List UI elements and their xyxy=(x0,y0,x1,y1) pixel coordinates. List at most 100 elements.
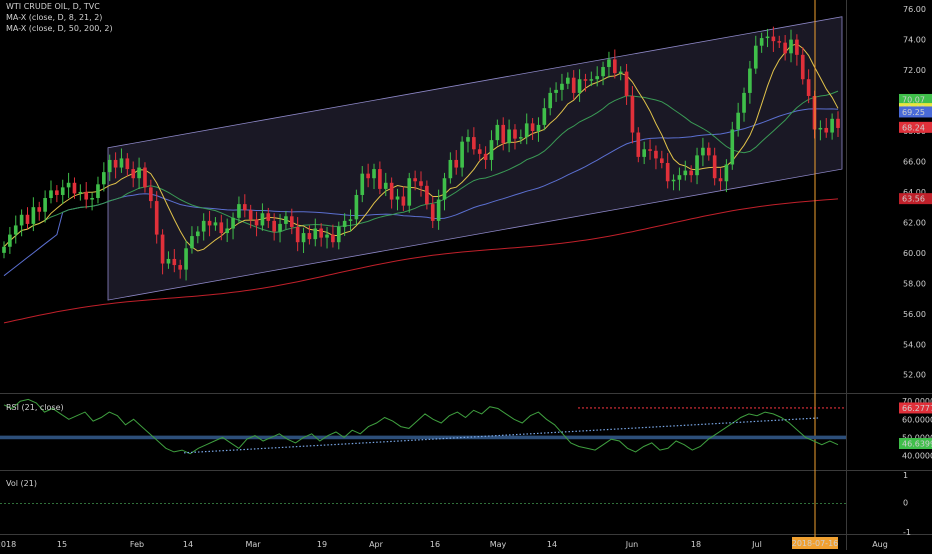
candle-body[interactable] xyxy=(536,124,541,131)
candle-body[interactable] xyxy=(8,234,12,247)
candle-body[interactable] xyxy=(307,233,312,240)
candle-body[interactable] xyxy=(72,182,77,194)
candle-body[interactable] xyxy=(677,175,682,180)
candle-body[interactable] xyxy=(31,207,36,224)
candle-body[interactable] xyxy=(472,137,476,150)
candle-body[interactable] xyxy=(319,228,323,238)
candle-body[interactable] xyxy=(665,162,670,182)
candle-body[interactable] xyxy=(166,258,171,264)
candle-body[interactable] xyxy=(425,185,429,205)
candle-body[interactable] xyxy=(125,158,130,170)
candle-body[interactable] xyxy=(413,178,417,182)
candle-body[interactable] xyxy=(759,38,764,46)
candle-body[interactable] xyxy=(113,159,118,168)
candle-body[interactable] xyxy=(483,153,488,160)
candle-body[interactable] xyxy=(372,169,376,179)
candle-body[interactable] xyxy=(701,147,705,156)
candle-body[interactable] xyxy=(795,39,799,55)
candle-body[interactable] xyxy=(207,220,212,226)
candle-body[interactable] xyxy=(612,59,617,74)
candle-body[interactable] xyxy=(460,141,464,168)
candle-body[interactable] xyxy=(560,83,564,90)
candle-body[interactable] xyxy=(836,118,840,128)
candle-body[interactable] xyxy=(213,222,218,226)
candle-body[interactable] xyxy=(143,167,147,188)
candle-body[interactable] xyxy=(436,199,441,221)
candle-body[interactable] xyxy=(160,234,165,264)
candle-body[interactable] xyxy=(184,248,188,270)
candle-body[interactable] xyxy=(55,190,59,195)
candle-body[interactable] xyxy=(718,178,723,182)
candle-body[interactable] xyxy=(272,220,276,232)
candle-body[interactable] xyxy=(577,79,582,93)
candle-body[interactable] xyxy=(495,124,500,141)
candle-body[interactable] xyxy=(748,68,752,93)
candle-body[interactable] xyxy=(90,198,94,200)
candle-body[interactable] xyxy=(254,219,259,226)
candle-body[interactable] xyxy=(636,132,641,157)
candle-body[interactable] xyxy=(278,223,282,232)
candle-body[interactable] xyxy=(383,182,388,189)
candle-body[interactable] xyxy=(201,220,206,232)
candle-body[interactable] xyxy=(519,137,523,139)
candle-body[interactable] xyxy=(624,71,629,96)
candle-body[interactable] xyxy=(724,164,729,182)
candle-body[interactable] xyxy=(348,219,353,221)
candle-body[interactable] xyxy=(736,112,740,130)
candle-body[interactable] xyxy=(190,236,194,249)
candle-body[interactable] xyxy=(231,217,235,229)
candle-body[interactable] xyxy=(765,36,770,39)
rsi-support-trendline[interactable] xyxy=(183,417,821,454)
chart-canvas[interactable]: 76.0074.0072.0070.0068.0066.0064.0062.00… xyxy=(0,0,932,550)
candle-body[interactable] xyxy=(571,77,576,93)
candle-body[interactable] xyxy=(642,149,647,157)
candle-body[interactable] xyxy=(583,79,588,81)
candle-body[interactable] xyxy=(395,196,400,200)
candle-body[interactable] xyxy=(131,169,136,179)
candle-body[interactable] xyxy=(325,234,329,238)
candle-body[interactable] xyxy=(671,179,676,182)
candle-body[interactable] xyxy=(301,233,306,243)
candle-body[interactable] xyxy=(659,158,664,163)
candle-body[interactable] xyxy=(695,155,699,176)
candle-body[interactable] xyxy=(154,201,159,235)
candle-body[interactable] xyxy=(830,118,834,133)
candle-body[interactable] xyxy=(119,158,124,168)
candle-body[interactable] xyxy=(806,79,811,96)
candle-body[interactable] xyxy=(419,181,423,186)
candle-body[interactable] xyxy=(477,149,482,154)
candle-body[interactable] xyxy=(178,265,183,270)
candle-body[interactable] xyxy=(595,76,600,80)
candle-body[interactable] xyxy=(389,182,394,200)
indicator-legend-ma-short[interactable]: MA-X (close, D, 8, 21, 2) xyxy=(6,13,102,23)
candle-body[interactable] xyxy=(566,77,570,84)
candle-body[interactable] xyxy=(607,59,611,68)
candle-body[interactable] xyxy=(102,172,106,185)
candle-body[interactable] xyxy=(248,210,253,220)
candle-body[interactable] xyxy=(501,124,506,144)
candle-body[interactable] xyxy=(195,231,200,237)
candle-body[interactable] xyxy=(37,207,42,212)
candle-body[interactable] xyxy=(601,67,605,77)
candle-body[interactable] xyxy=(289,216,294,227)
candle-body[interactable] xyxy=(2,246,6,253)
candle-body[interactable] xyxy=(25,214,30,224)
candle-body[interactable] xyxy=(777,41,782,43)
candle-body[interactable] xyxy=(366,173,370,179)
candle-body[interactable] xyxy=(295,226,300,243)
candle-body[interactable] xyxy=(430,204,435,221)
candle-body[interactable] xyxy=(331,234,335,243)
candle-body[interactable] xyxy=(172,258,177,266)
candle-body[interactable] xyxy=(771,36,776,42)
candle-body[interactable] xyxy=(225,228,230,234)
candle-body[interactable] xyxy=(242,204,247,211)
candle-body[interactable] xyxy=(689,170,693,176)
candle-body[interactable] xyxy=(648,149,652,151)
chart-stage[interactable]: 76.0074.0072.0070.0068.0066.0064.0062.00… xyxy=(0,0,932,550)
candle-body[interactable] xyxy=(712,155,717,179)
candle-body[interactable] xyxy=(60,187,65,195)
candle-body[interactable] xyxy=(618,71,623,74)
candle-body[interactable] xyxy=(542,108,547,125)
candle-body[interactable] xyxy=(507,129,511,144)
candle-body[interactable] xyxy=(489,140,494,160)
